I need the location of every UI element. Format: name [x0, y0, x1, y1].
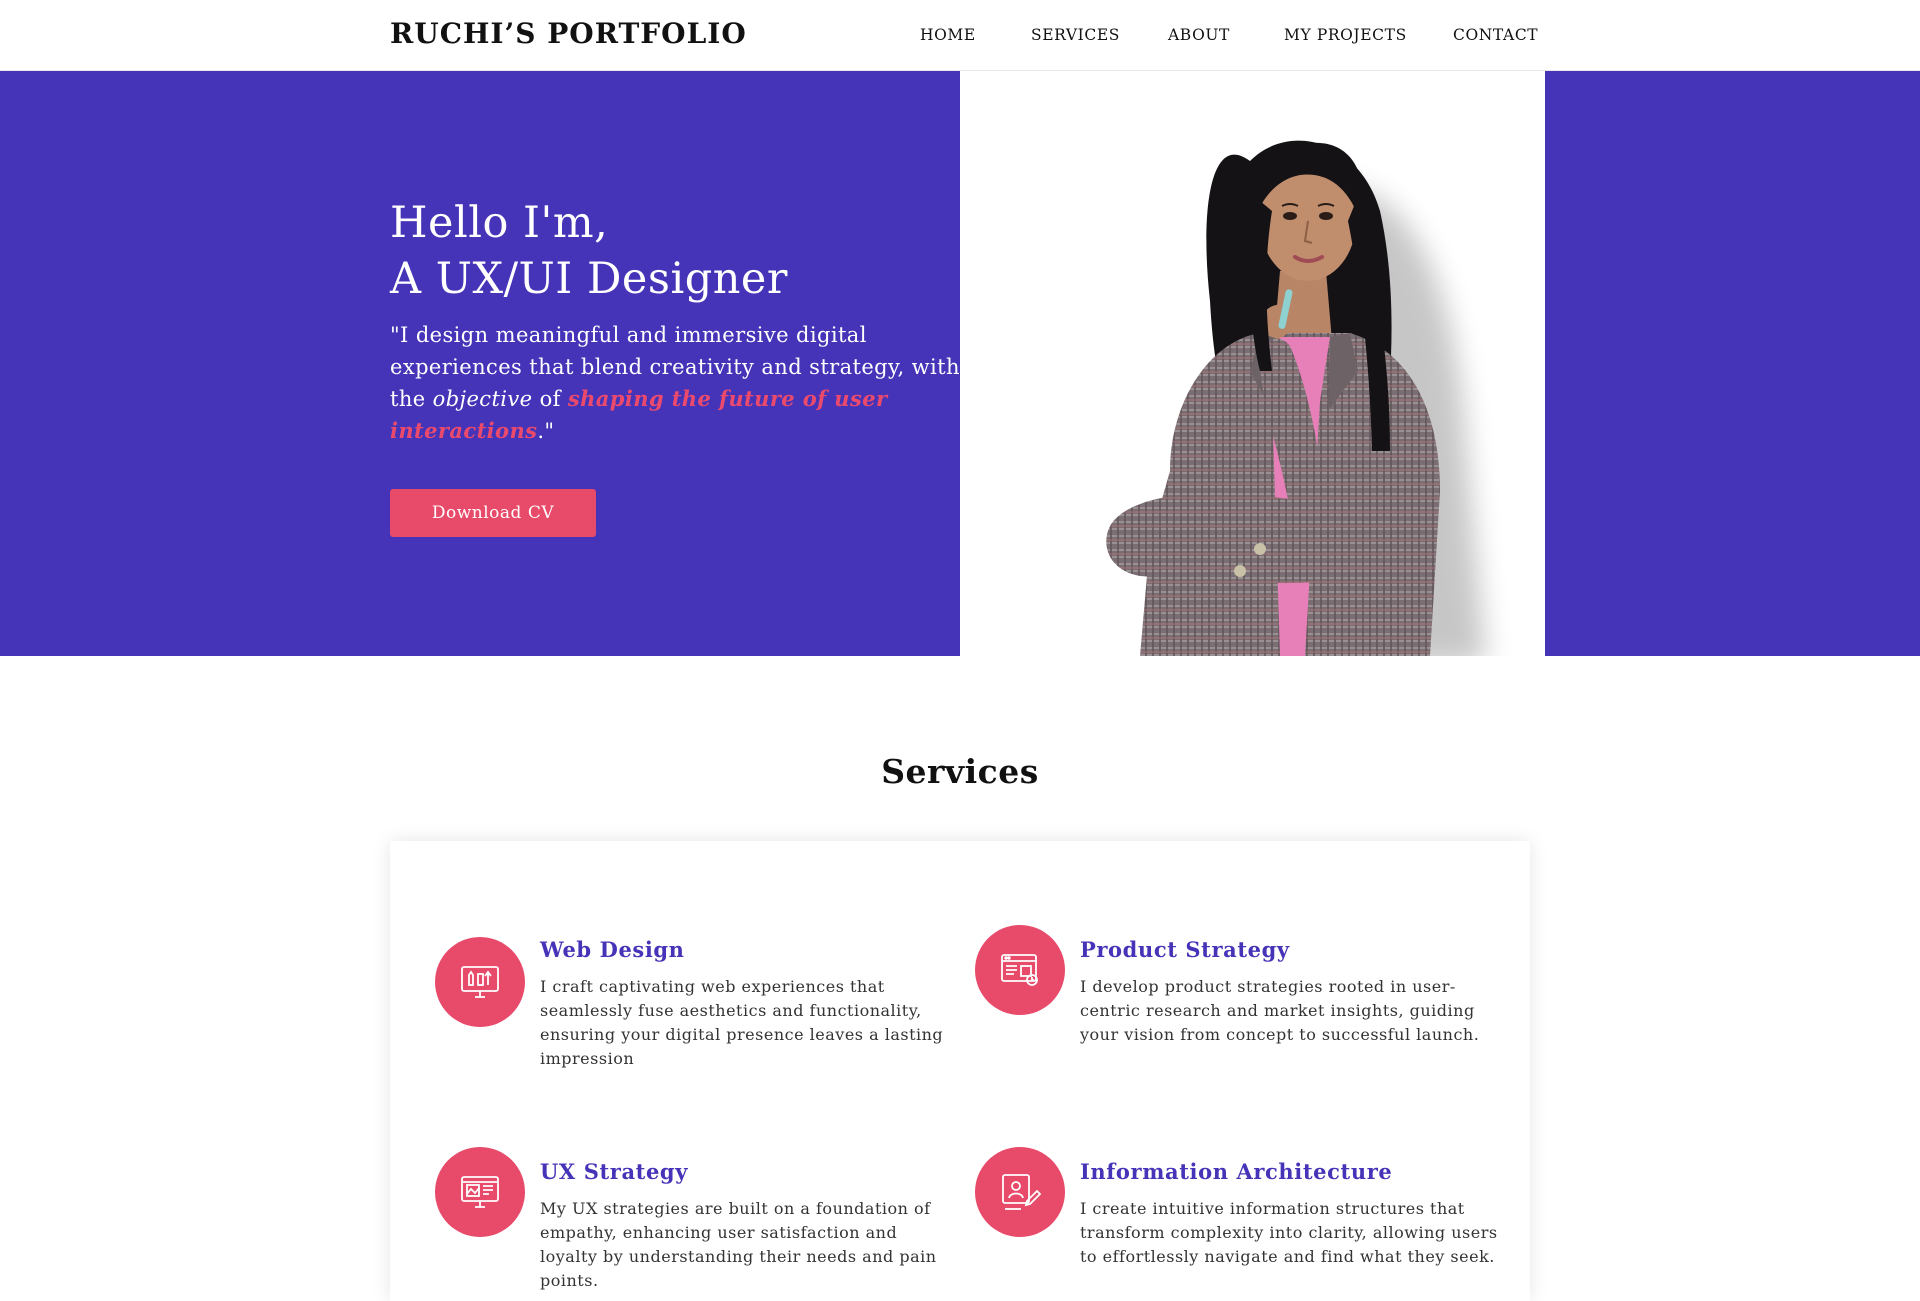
top-nav: RUCHI’S PORTFOLIO HOME SERVICES ABOUT MY… [0, 0, 1920, 71]
service-title: Web Design [540, 937, 685, 962]
ux-strategy-icon [435, 1147, 525, 1237]
nav-about[interactable]: ABOUT [1168, 26, 1230, 44]
hero-greeting: Hello I'm, [390, 198, 609, 248]
hero-quote-of: of [532, 387, 568, 411]
nav-contact[interactable]: CONTACT [1453, 26, 1538, 44]
profile-photo [960, 71, 1545, 656]
service-description: I develop product strategies rooted in u… [1080, 977, 1480, 1044]
services-card: Web Design I craft captivating web exper… [390, 841, 1530, 1301]
portrait-illustration [1106, 140, 1486, 656]
hero-quote: "I design meaningful and immersive digit… [390, 319, 970, 447]
information-architecture-icon [975, 1147, 1065, 1237]
service-description: I create intuitive information structure… [1080, 1199, 1498, 1266]
hero-section: Hello I'm, A UX/UI Designer "I design me… [0, 71, 1920, 656]
service-title: Product Strategy [1080, 937, 1290, 962]
service-description: My UX strategies are built on a foundati… [540, 1199, 937, 1290]
hero-text: Hello I'm, A UX/UI Designer "I design me… [390, 195, 970, 447]
service-description: I craft captivating web experiences that… [540, 977, 944, 1068]
hero-heading: Hello I'm, A UX/UI Designer [390, 195, 970, 307]
download-cv-button[interactable]: Download CV [390, 489, 596, 537]
nav-services[interactable]: SERVICES [1031, 26, 1120, 44]
nav-my-projects[interactable]: MY PROJECTS [1284, 26, 1407, 44]
web-design-icon [435, 937, 525, 1027]
service-title: UX Strategy [540, 1159, 689, 1184]
main-menu: HOME SERVICES ABOUT MY PROJECTS CONTACT [0, 26, 1920, 46]
services-heading: Services [881, 752, 1039, 791]
hero-role: A UX/UI Designer [390, 254, 788, 304]
nav-home[interactable]: HOME [920, 26, 976, 44]
hero-quote-emphasis: objective [432, 387, 533, 411]
service-title: Information Architecture [1080, 1159, 1393, 1184]
product-strategy-icon [975, 925, 1065, 1015]
hero-quote-end: ." [537, 419, 555, 443]
